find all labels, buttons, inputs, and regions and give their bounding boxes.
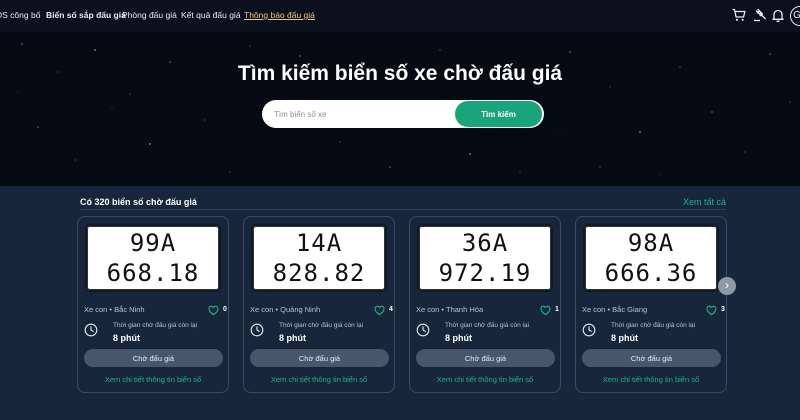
cart-icon[interactable] xyxy=(731,7,747,23)
plate-line-2: 972.19 xyxy=(438,259,532,287)
like-count: 4 xyxy=(389,306,393,313)
license-plate: 36A 972.19 xyxy=(417,224,553,292)
heart-icon[interactable] xyxy=(208,303,219,316)
plate-meta: Xe con • Quảng Ninh xyxy=(250,305,321,314)
time-remaining-value: 8 phút xyxy=(113,333,140,343)
time-remaining-label: Thời gian chờ đấu giá còn lại xyxy=(279,322,364,329)
clock-icon xyxy=(582,323,596,337)
bell-icon[interactable] xyxy=(770,7,786,23)
hero-title: Tìm kiếm biển số xe chờ đấu giá xyxy=(237,62,563,85)
view-all-link[interactable]: Xem tất cả xyxy=(683,197,726,207)
awaiting-auction-button[interactable]: Chờ đấu giá xyxy=(416,349,555,367)
plate-line-1: 99A xyxy=(129,229,177,257)
plate-card[interactable]: 14A 828.82 Xe con • Quảng Ninh 4 Thời gi… xyxy=(243,216,395,393)
time-remaining-value: 8 phút xyxy=(611,333,638,343)
license-plate: 98A 666.36 xyxy=(583,224,719,292)
nav-item-auction-results[interactable]: Kết quả đấu giá xyxy=(181,10,241,20)
clock-icon xyxy=(250,323,264,337)
like-count: 0 xyxy=(223,306,227,313)
plate-line-2: 828.82 xyxy=(272,259,366,287)
like-count: 1 xyxy=(555,306,559,313)
heart-icon[interactable] xyxy=(540,303,551,316)
chevron-right-icon[interactable]: › xyxy=(718,277,736,295)
section-divider xyxy=(80,209,726,210)
like-count: 3 xyxy=(721,306,725,313)
plate-detail-link[interactable]: Xem chi tiết thông tin biển số xyxy=(244,375,394,384)
nav-item-upcoming-plates[interactable]: Biển số sắp đấu giá xyxy=(46,10,126,20)
plate-line-2: 666.36 xyxy=(604,259,698,287)
top-navigation: DS công bố Biển số sắp đấu giá Phòng đấu… xyxy=(0,0,800,32)
search-input[interactable] xyxy=(274,107,444,121)
license-plate: 14A 828.82 xyxy=(251,224,387,292)
time-remaining-label: Thời gian chờ đấu giá còn lại xyxy=(445,322,530,329)
search-bar: Tìm kiếm xyxy=(262,100,544,128)
plate-card[interactable]: 98A 666.36 Xe con • Bắc Giang 3 Thời gia… xyxy=(575,216,727,393)
clock-icon xyxy=(84,323,98,337)
plate-detail-link[interactable]: Xem chi tiết thông tin biển số xyxy=(410,375,560,384)
plate-line-2: 668.18 xyxy=(106,259,200,287)
avatar[interactable]: G xyxy=(790,6,800,26)
time-remaining-label: Thời gian chờ đấu giá còn lại xyxy=(113,322,198,329)
time-remaining-value: 8 phút xyxy=(279,333,306,343)
hero-banner: Tìm kiếm biển số xe chờ đấu giá Tìm kiếm xyxy=(0,32,800,186)
search-button[interactable]: Tìm kiếm xyxy=(455,101,542,127)
plate-line-1: 36A xyxy=(461,229,509,257)
plate-meta: Xe con • Thanh Hóa xyxy=(416,305,484,314)
nav-item-auction-room[interactable]: Phòng đấu giá xyxy=(122,10,177,20)
clock-icon xyxy=(416,323,430,337)
awaiting-auction-button[interactable]: Chờ đấu giá xyxy=(582,349,721,367)
plate-detail-link[interactable]: Xem chi tiết thông tin biển số xyxy=(78,375,228,384)
plate-listing-section: Có 320 biển số chờ đấu giá Xem tất cả 99… xyxy=(0,186,800,420)
time-remaining-value: 8 phút xyxy=(445,333,472,343)
plate-line-1: 98A xyxy=(627,229,675,257)
nav-item-published-list[interactable]: DS công bố xyxy=(0,10,40,20)
heart-icon[interactable] xyxy=(706,303,717,316)
time-remaining-label: Thời gian chờ đấu giá còn lại xyxy=(611,322,696,329)
plate-detail-link[interactable]: Xem chi tiết thông tin biển số xyxy=(576,375,726,384)
license-plate: 99A 668.18 xyxy=(85,224,221,292)
plate-meta: Xe con • Bắc Giang xyxy=(582,305,648,314)
heart-icon[interactable] xyxy=(374,303,385,316)
plate-meta: Xe con • Bắc Ninh xyxy=(84,305,145,314)
plate-line-1: 14A xyxy=(295,229,343,257)
awaiting-auction-button[interactable]: Chờ đấu giá xyxy=(84,349,223,367)
plate-card[interactable]: 36A 972.19 Xe con • Thanh Hóa 1 Thời gia… xyxy=(409,216,561,393)
plate-card[interactable]: 99A 668.18 Xe con • Bắc Ninh 0 Thời gian… xyxy=(77,216,229,393)
listing-count-title: Có 320 biển số chờ đấu giá xyxy=(80,197,197,207)
awaiting-auction-button[interactable]: Chờ đấu giá xyxy=(250,349,389,367)
gavel-icon[interactable] xyxy=(752,7,768,23)
nav-item-auction-notices[interactable]: Thông báo đấu giá xyxy=(244,10,315,20)
